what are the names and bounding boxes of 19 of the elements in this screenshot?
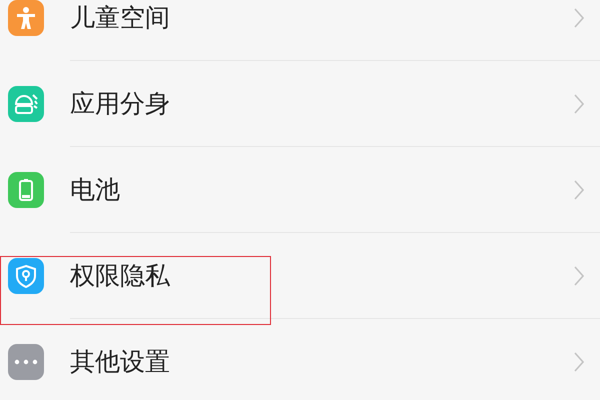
chevron-right-icon [574,8,584,28]
settings-label: 其他设置 [70,346,170,378]
settings-row[interactable]: 权限隐私 [70,233,600,319]
settings-row[interactable]: 儿童空间 [70,0,600,61]
settings-label: 儿童空间 [70,2,170,34]
settings-label: 权限隐私 [70,260,170,292]
more-dots-icon [14,359,38,365]
shield-icon [15,264,37,288]
child-figure-icon [15,6,37,30]
settings-row[interactable]: 应用分身 [70,61,600,147]
battery-icon [18,178,34,202]
settings-row[interactable]: 其他设置 [70,319,600,400]
chevron-right-icon [574,180,584,200]
settings-row[interactable]: 电池 [70,147,600,233]
chevron-right-icon [574,94,584,114]
chevron-right-icon [574,266,584,286]
chevron-right-icon [574,352,584,372]
settings-label: 应用分身 [70,88,170,120]
settings-label: 电池 [70,174,120,206]
